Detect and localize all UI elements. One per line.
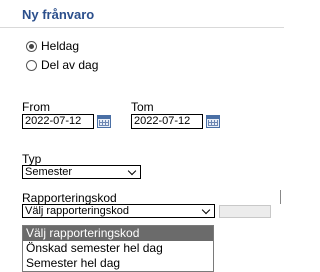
radio-heldag-label: Heldag xyxy=(41,39,80,53)
rapporteringskod-select-value: Välj rapporteringskod xyxy=(25,205,129,217)
tom-label: Tom xyxy=(131,100,154,114)
chevron-down-icon xyxy=(201,205,211,214)
radio-checked-dot xyxy=(29,43,34,49)
typ-select[interactable]: Semester xyxy=(22,165,141,179)
from-label: From xyxy=(22,100,50,114)
rapporteringskod-label: Rapporteringskod xyxy=(22,191,117,205)
rapporteringskod-dropdown-list[interactable]: Välj rapporteringskod Önskad semester he… xyxy=(22,225,214,272)
dropdown-option[interactable]: Välj rapporteringskod xyxy=(23,226,213,241)
radio-del-av-dag-label: Del av dag xyxy=(41,58,99,72)
page-title: Ny frånvaro xyxy=(22,7,95,22)
calendar-icon[interactable] xyxy=(97,115,111,128)
dropdown-option[interactable]: Önskad semester hel dag xyxy=(23,241,213,256)
dropdown-option[interactable]: Semester hel dag xyxy=(23,256,213,271)
rapporteringskod-select[interactable]: Välj rapporteringskod xyxy=(22,204,215,218)
disabled-field xyxy=(219,205,271,218)
radio-button-icon[interactable] xyxy=(26,59,37,71)
tom-date-input[interactable]: 2022-07-12 xyxy=(131,114,203,129)
calendar-icon[interactable] xyxy=(206,115,220,128)
chevron-down-icon xyxy=(127,166,137,175)
cut-off-edge xyxy=(280,190,285,204)
radio-button-icon[interactable] xyxy=(26,40,37,52)
title-divider xyxy=(0,27,284,28)
radio-del-av-dag[interactable]: Del av dag xyxy=(26,57,98,73)
radio-heldag[interactable]: Heldag xyxy=(26,38,79,54)
from-date-input[interactable]: 2022-07-12 xyxy=(22,114,94,129)
typ-label: Typ xyxy=(22,152,42,166)
typ-select-value: Semester xyxy=(25,166,73,178)
